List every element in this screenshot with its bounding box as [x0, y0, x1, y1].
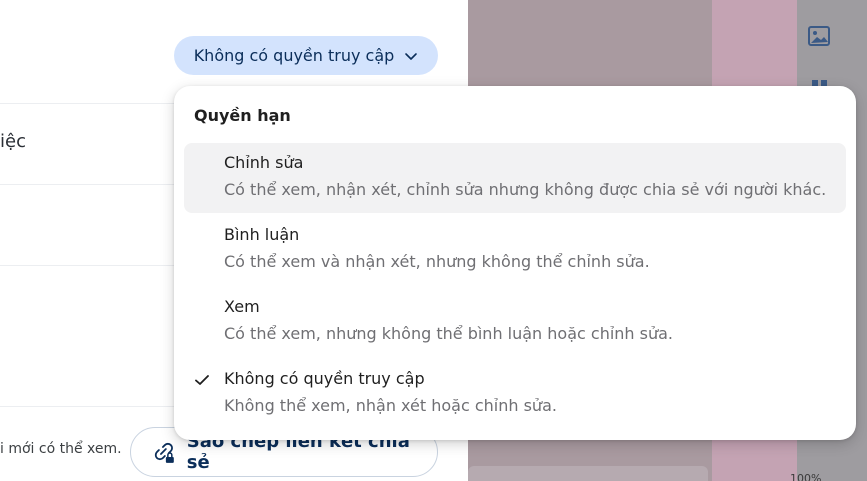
permission-option-edit[interactable]: Chỉnh sửa Có thể xem, nhận xét, chỉnh sử…: [184, 143, 846, 213]
option-label: Xem: [224, 297, 260, 316]
permission-dropdown: Quyền hạn Chỉnh sửa Có thể xem, nhận xét…: [174, 86, 856, 440]
permission-option-comment[interactable]: Bình luận Có thể xem và nhận xét, nhưng …: [184, 215, 846, 285]
option-description: Có thể xem, nhưng không thể bình luận ho…: [224, 324, 674, 343]
option-label: Không có quyền truy cập: [224, 369, 425, 388]
link-lock-icon: [154, 442, 174, 463]
permission-option-view[interactable]: Xem Có thể xem, nhưng không thể bình luậ…: [184, 287, 846, 357]
footer-note: i mới có thể xem.: [0, 441, 122, 457]
access-level-label: Không có quyền truy cập: [193, 46, 395, 65]
permission-option-no-access[interactable]: Không có quyền truy cập Không thể xem, n…: [184, 359, 846, 429]
row-label: iệc: [0, 131, 26, 152]
access-level-button[interactable]: Không có quyền truy cập: [174, 36, 438, 75]
option-description: Không thể xem, nhận xét hoặc chỉnh sửa.: [224, 396, 557, 415]
option-description: Có thể xem, nhận xét, chỉnh sửa nhưng kh…: [224, 180, 827, 199]
check-icon: [195, 375, 209, 385]
image-icon: [808, 26, 830, 46]
menu-title: Quyền hạn: [194, 106, 291, 125]
zoom-level: 100%: [790, 472, 822, 481]
option-description: Có thể xem và nhận xét, nhưng không thể …: [224, 252, 650, 271]
bottom-bar-backdrop: [468, 466, 708, 481]
chevron-down-icon: [405, 52, 418, 60]
option-label: Bình luận: [224, 225, 300, 244]
option-label: Chỉnh sửa: [224, 153, 304, 172]
